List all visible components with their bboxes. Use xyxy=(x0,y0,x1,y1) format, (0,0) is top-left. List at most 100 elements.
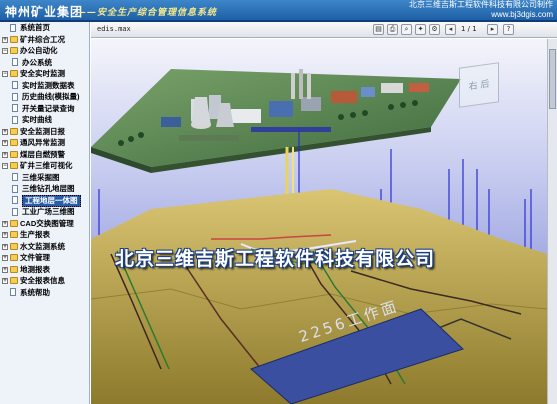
sidebar-item[interactable]: + 地测报表 xyxy=(0,264,89,276)
folder-icon xyxy=(10,277,18,284)
sidebar-item-label: 地测报表 xyxy=(20,264,50,274)
folder-icon xyxy=(10,139,18,146)
folder-icon xyxy=(10,35,18,43)
sidebar-item[interactable]: 三维钻孔地层图 xyxy=(0,183,89,195)
help-icon[interactable]: ? xyxy=(503,24,514,35)
doc-icon xyxy=(12,92,18,101)
expand-icon[interactable]: + xyxy=(2,278,8,284)
prev-page-icon[interactable]: ◂ xyxy=(445,24,456,35)
app-window: 神州矿业集团 ——安全生产综合管理信息系统 北京三维吉斯工程软件科技有限公司制作… xyxy=(0,0,557,404)
doc-icon xyxy=(12,196,18,204)
sidebar-item[interactable]: − 办公自动化 xyxy=(0,45,89,57)
open-icon[interactable]: ▤ xyxy=(373,24,384,35)
sidebar-item[interactable]: 系统首页 xyxy=(0,22,89,34)
sidebar-item[interactable]: 系统帮助 xyxy=(0,287,89,299)
expand-icon[interactable]: + xyxy=(2,151,8,158)
system-subtitle: ——安全生产综合管理信息系统 xyxy=(77,8,218,18)
expand-icon[interactable]: + xyxy=(2,232,8,238)
model-viewer: edis.max ▤ ⎙ ⌕ ✦ ⚙ ◂ 1 / 1 ▸ ? 2256工作面 右… xyxy=(91,22,557,404)
collapse-icon[interactable]: − xyxy=(2,48,8,54)
file-name: edis.max xyxy=(97,25,131,33)
sidebar-item-label: 生产报表 xyxy=(20,230,50,239)
folder-icon xyxy=(10,70,18,77)
sidebar-item[interactable]: + 通风异常监测 xyxy=(0,137,89,149)
expand-icon[interactable]: + xyxy=(2,220,8,227)
company-url[interactable]: www.bj3dgis.com xyxy=(409,10,553,20)
sidebar-item[interactable]: − 安全实时监测 xyxy=(0,68,89,80)
sidebar-item-label: 文件管理 xyxy=(20,253,50,262)
doc-icon xyxy=(12,173,18,181)
navigation-tree: 系统首页 + 矿井综合工况 − 办公自动化办公系统 − 安全实时监测实时监测数据表 历史曲线(… xyxy=(0,22,90,404)
company-name: 北京三维吉斯工程软件科技有限公司制作 xyxy=(409,0,553,9)
sidebar-item-label: 水文监测系统 xyxy=(20,241,65,251)
doc-icon xyxy=(12,58,18,66)
sidebar-item-label: 矿井综合工况 xyxy=(20,34,65,44)
scrollbar-thumb[interactable] xyxy=(549,49,556,109)
collapse-icon[interactable]: − xyxy=(2,71,8,77)
sidebar-item-label: 三维采掘图 xyxy=(22,172,60,182)
expand-icon[interactable]: + xyxy=(2,243,8,250)
sidebar-item-label: 系统首页 xyxy=(20,23,50,32)
sidebar-item[interactable]: + CAD交换图管理 xyxy=(0,218,89,230)
view-cube[interactable]: 右 后 xyxy=(459,62,499,108)
folder-icon xyxy=(10,162,18,169)
sidebar-item[interactable]: 实时监测数据表 xyxy=(0,80,89,92)
settings-icon[interactable]: ⚙ xyxy=(429,24,440,35)
zoom-icon[interactable]: ⌕ xyxy=(401,24,412,35)
sidebar-item[interactable]: + 矿井综合工况 xyxy=(0,34,89,46)
folder-icon xyxy=(10,150,18,158)
expand-icon[interactable]: + xyxy=(2,266,8,273)
sidebar-item[interactable]: + 煤层自燃预警 xyxy=(0,149,89,161)
folder-icon xyxy=(10,231,18,238)
light-icon[interactable]: ✦ xyxy=(415,24,426,35)
vertical-scrollbar[interactable] xyxy=(547,39,557,404)
folder-icon xyxy=(10,242,18,250)
sidebar-item[interactable]: + 安全报表信息 xyxy=(0,275,89,287)
sidebar-item[interactable]: 工程地层一体图 xyxy=(0,195,89,207)
expand-icon[interactable]: + xyxy=(2,255,8,261)
next-page-icon[interactable]: ▸ xyxy=(487,24,498,35)
sidebar-item-label: 安全报表信息 xyxy=(20,276,65,285)
expand-icon[interactable]: + xyxy=(2,128,8,135)
expand-icon[interactable]: + xyxy=(2,140,8,146)
folder-icon xyxy=(10,254,18,261)
sidebar-item[interactable]: 办公系统 xyxy=(0,57,89,69)
sidebar-item-label: 实时曲线 xyxy=(22,115,52,124)
sidebar-item-label: 历史曲线(模拟量) xyxy=(22,92,80,101)
sidebar-item-label: 系统帮助 xyxy=(20,287,50,297)
sidebar-item[interactable]: 实时曲线 xyxy=(0,114,89,126)
sidebar-item-label: 煤层自燃预警 xyxy=(20,149,65,159)
sidebar-item[interactable]: + 生产报表 xyxy=(0,229,89,241)
doc-icon xyxy=(12,104,18,112)
sidebar-item-label: 工业广场三维图 xyxy=(22,207,75,216)
sidebar-item[interactable]: + 文件管理 xyxy=(0,252,89,264)
doc-icon xyxy=(10,23,16,32)
folder-icon xyxy=(10,219,18,227)
collapse-icon[interactable]: − xyxy=(2,163,8,169)
sidebar-item[interactable]: 开关量记录查询 xyxy=(0,103,89,115)
sidebar-item[interactable]: 工业广场三维图 xyxy=(0,206,89,218)
sidebar-item-label: CAD交换图管理 xyxy=(20,218,74,228)
sidebar-item-label: 三维钻孔地层图 xyxy=(22,184,75,193)
sidebar-item-label: 办公自动化 xyxy=(20,46,58,55)
company-watermark: 北京三维吉斯工程软件科技有限公司 xyxy=(115,248,436,270)
sidebar-item[interactable]: + 水文监测系统 xyxy=(0,241,89,253)
sidebar-item[interactable]: 历史曲线(模拟量) xyxy=(0,91,89,103)
folder-icon xyxy=(10,265,18,273)
print-icon[interactable]: ⎙ xyxy=(387,24,398,35)
expand-icon[interactable]: + xyxy=(2,36,8,43)
company-credit: 北京三维吉斯工程软件科技有限公司制作 www.bj3dgis.com xyxy=(409,0,553,20)
sidebar-item-label: 矿井三维可视化 xyxy=(20,161,73,170)
brand-title: 神州矿业集团 xyxy=(5,5,84,19)
doc-icon xyxy=(12,184,18,193)
page-indicator: 1 / 1 xyxy=(461,25,477,33)
sidebar-item-label: 安全监测日报 xyxy=(20,126,65,136)
sidebar-item-label: 实时监测数据表 xyxy=(22,80,75,90)
sidebar-item[interactable]: + 安全监测日报 xyxy=(0,126,89,138)
doc-icon xyxy=(12,115,18,124)
viewer-toolbar: edis.max ▤ ⎙ ⌕ ✦ ⚙ ◂ 1 / 1 ▸ ? xyxy=(91,22,557,38)
sidebar-item[interactable]: 三维采掘图 xyxy=(0,172,89,184)
sidebar-item-label: 安全实时监测 xyxy=(20,69,65,78)
sidebar-item[interactable]: − 矿井三维可视化 xyxy=(0,160,89,172)
sidebar-item-label: 通风异常监测 xyxy=(20,138,65,147)
